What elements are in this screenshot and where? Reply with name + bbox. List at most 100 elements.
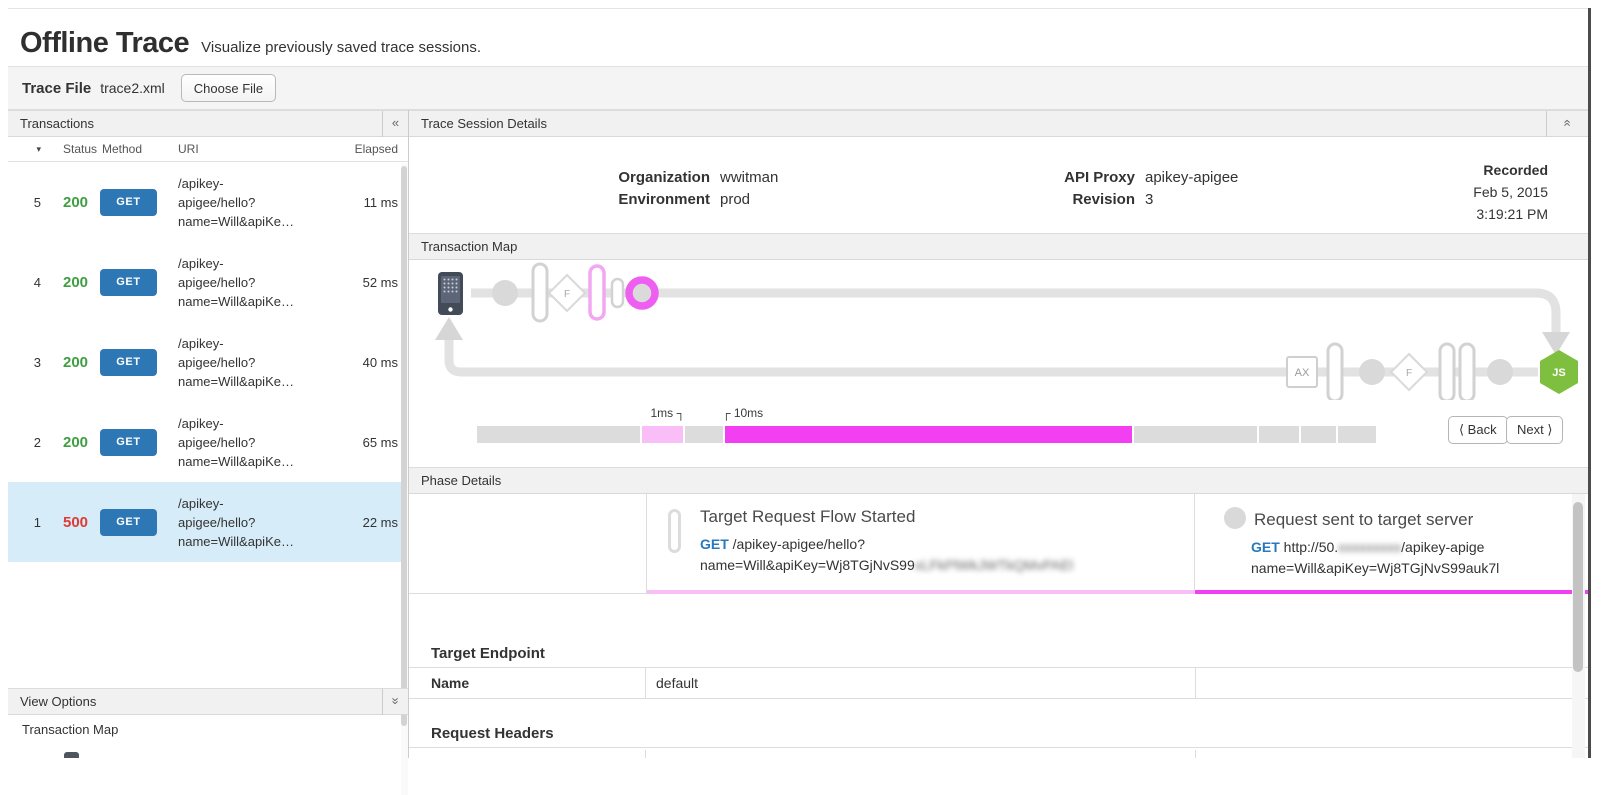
selected-step-circle-icon[interactable] [629,280,655,306]
step-circle-icon [1224,507,1246,529]
status-badge: 200 [46,354,98,371]
timeline-segment[interactable] [1259,426,1299,443]
request-url: /apikey-apigee/hello? [729,536,865,552]
recorded-group: Recorded Feb 5, 2015 3:19:21 PM [1473,159,1548,225]
step-circle-icon[interactable] [1487,359,1513,385]
client-phone-icon-partial [64,752,79,758]
view-options-item-transaction-map: Transaction Map [22,722,118,737]
name-value: default [646,668,1196,698]
method-badge: GET [100,349,157,376]
transaction-row[interactable]: 1 500 GET /apikey-apigee/hello?name=Will… [8,482,408,562]
trace-file-name: trace2.xml [100,80,165,96]
method-badge: GET [100,189,157,216]
policy-pill-icon[interactable] [1460,344,1474,400]
step-circle-icon[interactable] [492,280,518,306]
phase-card-target-request[interactable]: Target Request Flow Started GET /apikey-… [647,494,1195,594]
column-method[interactable]: Method [98,142,178,156]
policy-pill-icon[interactable] [533,264,547,321]
transaction-map-title: Transaction Map [421,239,517,254]
client-phone-icon[interactable] [438,272,463,315]
column-status[interactable]: Status [46,142,98,156]
flow-diamond-icon[interactable]: F [549,275,585,311]
timeline-marker-1ms: 1ms ┐ [589,406,685,420]
status-badge: 200 [46,194,98,211]
timeline-marker-10ms: ┌ 10ms [722,406,763,420]
collapse-up-icon[interactable]: « [1546,111,1588,137]
elapsed-time: 65 ms [338,435,408,450]
empty-cell [409,750,646,758]
collapse-down-icon[interactable]: » [382,689,408,715]
org-env-group: Organizationwwitman Environmentprod [500,167,778,211]
next-button[interactable]: Next ⟩ [1506,416,1563,444]
status-badge: 500 [46,514,98,531]
trace-session-details-panel: Trace Session Details « Organizationwwit… [409,110,1588,758]
page-subtitle: Visualize previously saved trace session… [201,39,481,56]
method-badge: GET [100,429,157,456]
api-proxy-label: API Proxy [960,167,1135,189]
selected-policy-pill-icon[interactable] [590,266,604,319]
environment-label: Environment [500,189,710,211]
phase-details-title: Phase Details [421,473,501,488]
session-details-title: Trace Session Details [421,116,547,131]
timeline-segment[interactable] [725,426,1132,443]
view-options-header: View Options » [8,688,408,715]
timeline-segment[interactable] [1134,426,1257,443]
transactions-rows: 5 200 GET /apikey-apigee/hello?name=Will… [8,162,408,688]
svg-text:F: F [1406,368,1412,379]
organization-label: Organization [500,167,710,189]
method-badge: GET [100,269,157,296]
method-badge: GET [100,509,157,536]
phase-card-request-sent[interactable]: Request sent to target server GET http:/… [1195,494,1588,594]
timeline-segment[interactable] [642,426,683,443]
arrow-up-to-client-icon [435,317,463,340]
window-right-edge [1588,8,1591,758]
transaction-number: 4 [8,275,46,290]
transaction-row[interactable]: 2 200 GET /apikey-apigee/hello?name=Will… [8,402,408,482]
transactions-panel: Transactions « ▾ Status Method URI Elaps… [8,110,408,758]
session-info: Organizationwwitman Environmentprod API … [409,137,1588,233]
query-string: name=Will&apiKey=Wj8TGjNvS99 [700,557,915,573]
request-headers-heading: Request Headers [409,720,1588,748]
recorded-time: 3:19:21 PM [1473,203,1548,225]
flow-diamond-icon[interactable]: F [1391,354,1427,390]
page-title: Offline Trace [20,27,189,60]
analytics-ax-icon[interactable]: AX [1287,357,1317,387]
transaction-uri: /apikey-apigee/hello?name=Will&apiKe… [178,174,338,231]
target-url-prefix: http://50. [1280,539,1338,555]
api-proxy-value: apikey-apigee [1145,167,1238,189]
policy-pill-icon[interactable] [1328,344,1342,400]
transaction-row[interactable]: 4 200 GET /apikey-apigee/hello?name=Will… [8,242,408,322]
query-string: name=Will&apiKey=Wj8TGjNvS99auk7l [1251,558,1588,579]
choose-file-button[interactable]: Choose File [181,74,276,102]
column-uri[interactable]: URI [178,142,338,156]
svg-text:F: F [564,289,570,300]
trace-file-bar: Trace File trace2.xml Choose File [8,66,1588,110]
elapsed-time: 40 ms [338,355,408,370]
timeline-segment[interactable] [1301,426,1336,443]
timeline-bar [477,426,1378,443]
timeline-segment[interactable] [477,426,640,443]
method-get: GET [700,536,729,552]
revision-label: Revision [960,189,1135,211]
small-policy-pill-icon[interactable] [612,279,623,307]
transaction-map: F AX F JS [409,260,1588,400]
timeline-segment[interactable] [685,426,723,443]
nodejs-target-icon[interactable]: JS [1540,350,1578,394]
phase-cards-row: Target Request Flow Started GET /apikey-… [409,494,1588,594]
transactions-scrollbar-thumb[interactable] [401,166,407,726]
transaction-number: 1 [8,515,46,530]
transaction-uri: /apikey-apigee/hello?name=Will&apiKe… [178,334,338,391]
transaction-row[interactable]: 3 200 GET /apikey-apigee/hello?name=Will… [8,322,408,402]
transaction-row[interactable]: 5 200 GET /apikey-apigee/hello?name=Will… [8,162,408,242]
transactions-column-header: ▾ Status Method URI Elapsed [8,137,408,162]
column-elapsed[interactable]: Elapsed [338,142,408,156]
collapse-left-icon[interactable]: « [382,111,408,137]
sort-caret-icon[interactable]: ▾ [8,144,46,155]
step-circle-icon[interactable] [1359,359,1385,385]
timeline-segment[interactable] [1338,426,1376,443]
back-button[interactable]: ⟨ Back [1448,416,1508,444]
details-scrollbar-thumb[interactable] [1573,502,1583,672]
policy-pill-icon[interactable] [1440,344,1454,400]
status-badge: 200 [46,274,98,291]
phase-underline-magenta [1195,590,1588,594]
